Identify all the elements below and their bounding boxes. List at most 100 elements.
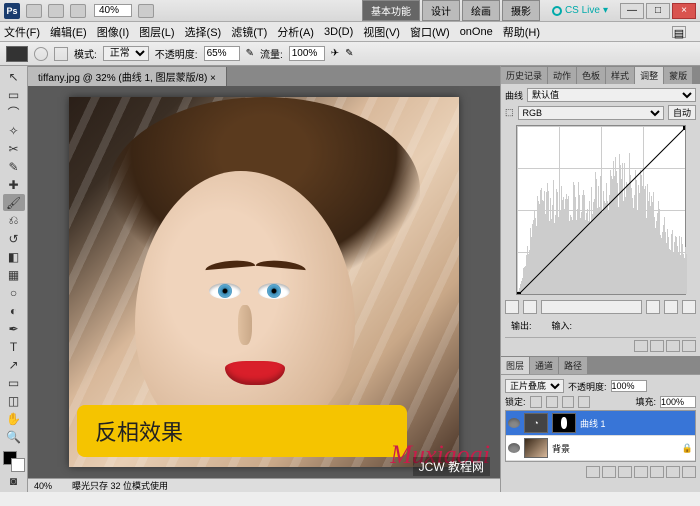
menu-edit[interactable]: 编辑(E) xyxy=(50,24,87,40)
close-button[interactable]: × xyxy=(672,3,696,19)
layer-row[interactable]: 背景 🔒 xyxy=(506,436,695,461)
adjustment-icon[interactable] xyxy=(634,466,648,478)
brush-size-icon[interactable] xyxy=(34,47,48,61)
menu-image[interactable]: 图像(I) xyxy=(97,24,129,40)
brush-preset-icon[interactable] xyxy=(6,46,28,62)
trash-icon[interactable] xyxy=(682,466,696,478)
blend-mode-select[interactable]: 正片叠底 xyxy=(505,379,564,393)
menu-layer[interactable]: 图层(L) xyxy=(139,24,174,40)
tab-paths[interactable]: 路径 xyxy=(559,357,587,374)
workspace-photography[interactable]: 摄影 xyxy=(502,0,540,21)
viewextra-icon[interactable] xyxy=(70,4,86,18)
shape-tool[interactable]: ▭ xyxy=(3,375,25,392)
hand-tool[interactable]: ✋ xyxy=(3,411,25,428)
history-brush-tool[interactable]: ↺ xyxy=(3,230,25,247)
adjustment-thumb[interactable]: ◔ xyxy=(524,413,548,433)
dodge-tool[interactable]: ◐ xyxy=(3,303,25,320)
workspace-essentials[interactable]: 基本功能 xyxy=(362,0,420,21)
menu-select[interactable]: 选择(S) xyxy=(185,24,222,40)
3d-tool[interactable]: ◫ xyxy=(3,393,25,410)
zoom-tool[interactable]: 🔍 xyxy=(3,429,25,446)
pen-tool[interactable]: ✒ xyxy=(3,321,25,338)
layer-opacity-input[interactable] xyxy=(611,380,647,392)
fx-icon[interactable] xyxy=(602,466,616,478)
curves-preset-select[interactable]: 默认值 xyxy=(527,88,696,102)
group-icon[interactable] xyxy=(650,466,664,478)
menu-3d[interactable]: 3D(D) xyxy=(324,26,353,38)
menu-analysis[interactable]: 分析(A) xyxy=(277,24,314,40)
eraser-tool[interactable]: ◧ xyxy=(3,248,25,265)
tab-swatches[interactable]: 色板 xyxy=(577,67,605,84)
lock-pos-icon[interactable] xyxy=(562,396,574,408)
crop-tool[interactable]: ✂ xyxy=(3,140,25,157)
menu-view[interactable]: 视图(V) xyxy=(363,24,400,40)
stamp-tool[interactable]: ⎌ xyxy=(3,212,25,229)
minimize-button[interactable]: — xyxy=(620,3,644,19)
lock-all-icon[interactable] xyxy=(578,396,590,408)
adj-delete-icon[interactable] xyxy=(682,340,696,352)
curve-draw-icon[interactable] xyxy=(505,300,519,314)
menu-file[interactable]: 文件(F) xyxy=(4,24,40,40)
tab-layers[interactable]: 图层 xyxy=(501,357,529,374)
blur-tool[interactable]: ○ xyxy=(3,285,25,302)
curves-graph[interactable] xyxy=(516,125,686,295)
menu-window[interactable]: 窗口(W) xyxy=(410,24,450,40)
brush-tool[interactable]: 🖌 xyxy=(3,194,25,211)
adj-return-icon[interactable] xyxy=(634,340,648,352)
mask-thumb[interactable] xyxy=(552,413,576,433)
hand-icon[interactable] xyxy=(138,4,154,18)
fill-input[interactable] xyxy=(660,396,696,408)
adj-view-icon[interactable] xyxy=(650,340,664,352)
tab-history[interactable]: 历史记录 xyxy=(501,67,547,84)
airbrush-icon[interactable]: ✈ xyxy=(331,48,339,59)
gradient-tool[interactable]: ▦ xyxy=(3,267,25,284)
move-tool[interactable]: ↖ xyxy=(3,68,25,85)
zoom-select[interactable]: 40% xyxy=(94,4,132,17)
eyedrop-white-icon[interactable] xyxy=(682,300,696,314)
visibility-icon[interactable] xyxy=(508,418,520,428)
mode-select[interactable]: 正常 xyxy=(103,46,149,61)
path-tool[interactable]: ↗ xyxy=(3,357,25,374)
wand-tool[interactable]: ✧ xyxy=(3,122,25,139)
panel-menu-icon[interactable]: ▤ xyxy=(672,26,686,38)
type-tool[interactable]: T xyxy=(3,339,25,356)
tablet-pressure-icon[interactable]: ✎ xyxy=(345,48,353,59)
tab-styles[interactable]: 样式 xyxy=(606,67,634,84)
canvas[interactable]: 反相效果 Muxiaoai JCW 教程网 xyxy=(28,86,500,478)
brush-panel-icon[interactable] xyxy=(54,47,68,61)
tab-masks[interactable]: 蒙版 xyxy=(664,67,692,84)
document-tab[interactable]: tiffany.jpg @ 32% (曲线 1, 图层蒙版/8) × xyxy=(28,67,227,86)
lock-trans-icon[interactable] xyxy=(530,396,542,408)
layer-row[interactable]: ◔ 曲线 1 xyxy=(506,411,695,436)
bridge-icon[interactable] xyxy=(26,4,42,18)
tab-adjustments[interactable]: 调整 xyxy=(635,67,663,84)
visibility-icon[interactable] xyxy=(508,443,520,453)
menu-filter[interactable]: 滤镜(T) xyxy=(231,24,267,40)
tab-channels[interactable]: 通道 xyxy=(530,357,558,374)
eyedropper-tool[interactable]: ✎ xyxy=(3,158,25,175)
workspace-painting[interactable]: 绘画 xyxy=(462,0,500,21)
link-icon[interactable] xyxy=(586,466,600,478)
marquee-tool[interactable]: ▭ xyxy=(3,86,25,103)
workspace-design[interactable]: 设计 xyxy=(422,0,460,21)
layer-thumb[interactable] xyxy=(524,438,548,458)
tab-actions[interactable]: 动作 xyxy=(548,67,576,84)
channel-select[interactable]: RGB xyxy=(518,106,664,120)
flow-input[interactable] xyxy=(289,46,325,61)
opacity-pressure-icon[interactable]: ✎ xyxy=(246,48,254,59)
opacity-input[interactable] xyxy=(204,46,240,61)
eyedrop-black-icon[interactable] xyxy=(646,300,660,314)
cslive-button[interactable]: CS Live ▾ xyxy=(552,5,608,16)
channel-icon[interactable]: ⬚ xyxy=(505,107,514,118)
menu-help[interactable]: 帮助(H) xyxy=(503,24,540,40)
lock-paint-icon[interactable] xyxy=(546,396,558,408)
mask-icon[interactable] xyxy=(618,466,632,478)
healing-tool[interactable]: ✚ xyxy=(3,176,25,193)
menu-onone[interactable]: onOne xyxy=(460,26,493,38)
adj-reset-icon[interactable] xyxy=(666,340,680,352)
color-swatches[interactable] xyxy=(3,451,25,472)
minibridge-icon[interactable] xyxy=(48,4,64,18)
lasso-tool[interactable]: ⌒ xyxy=(3,104,25,121)
new-layer-icon[interactable] xyxy=(666,466,680,478)
status-zoom[interactable]: 40% xyxy=(34,481,52,491)
